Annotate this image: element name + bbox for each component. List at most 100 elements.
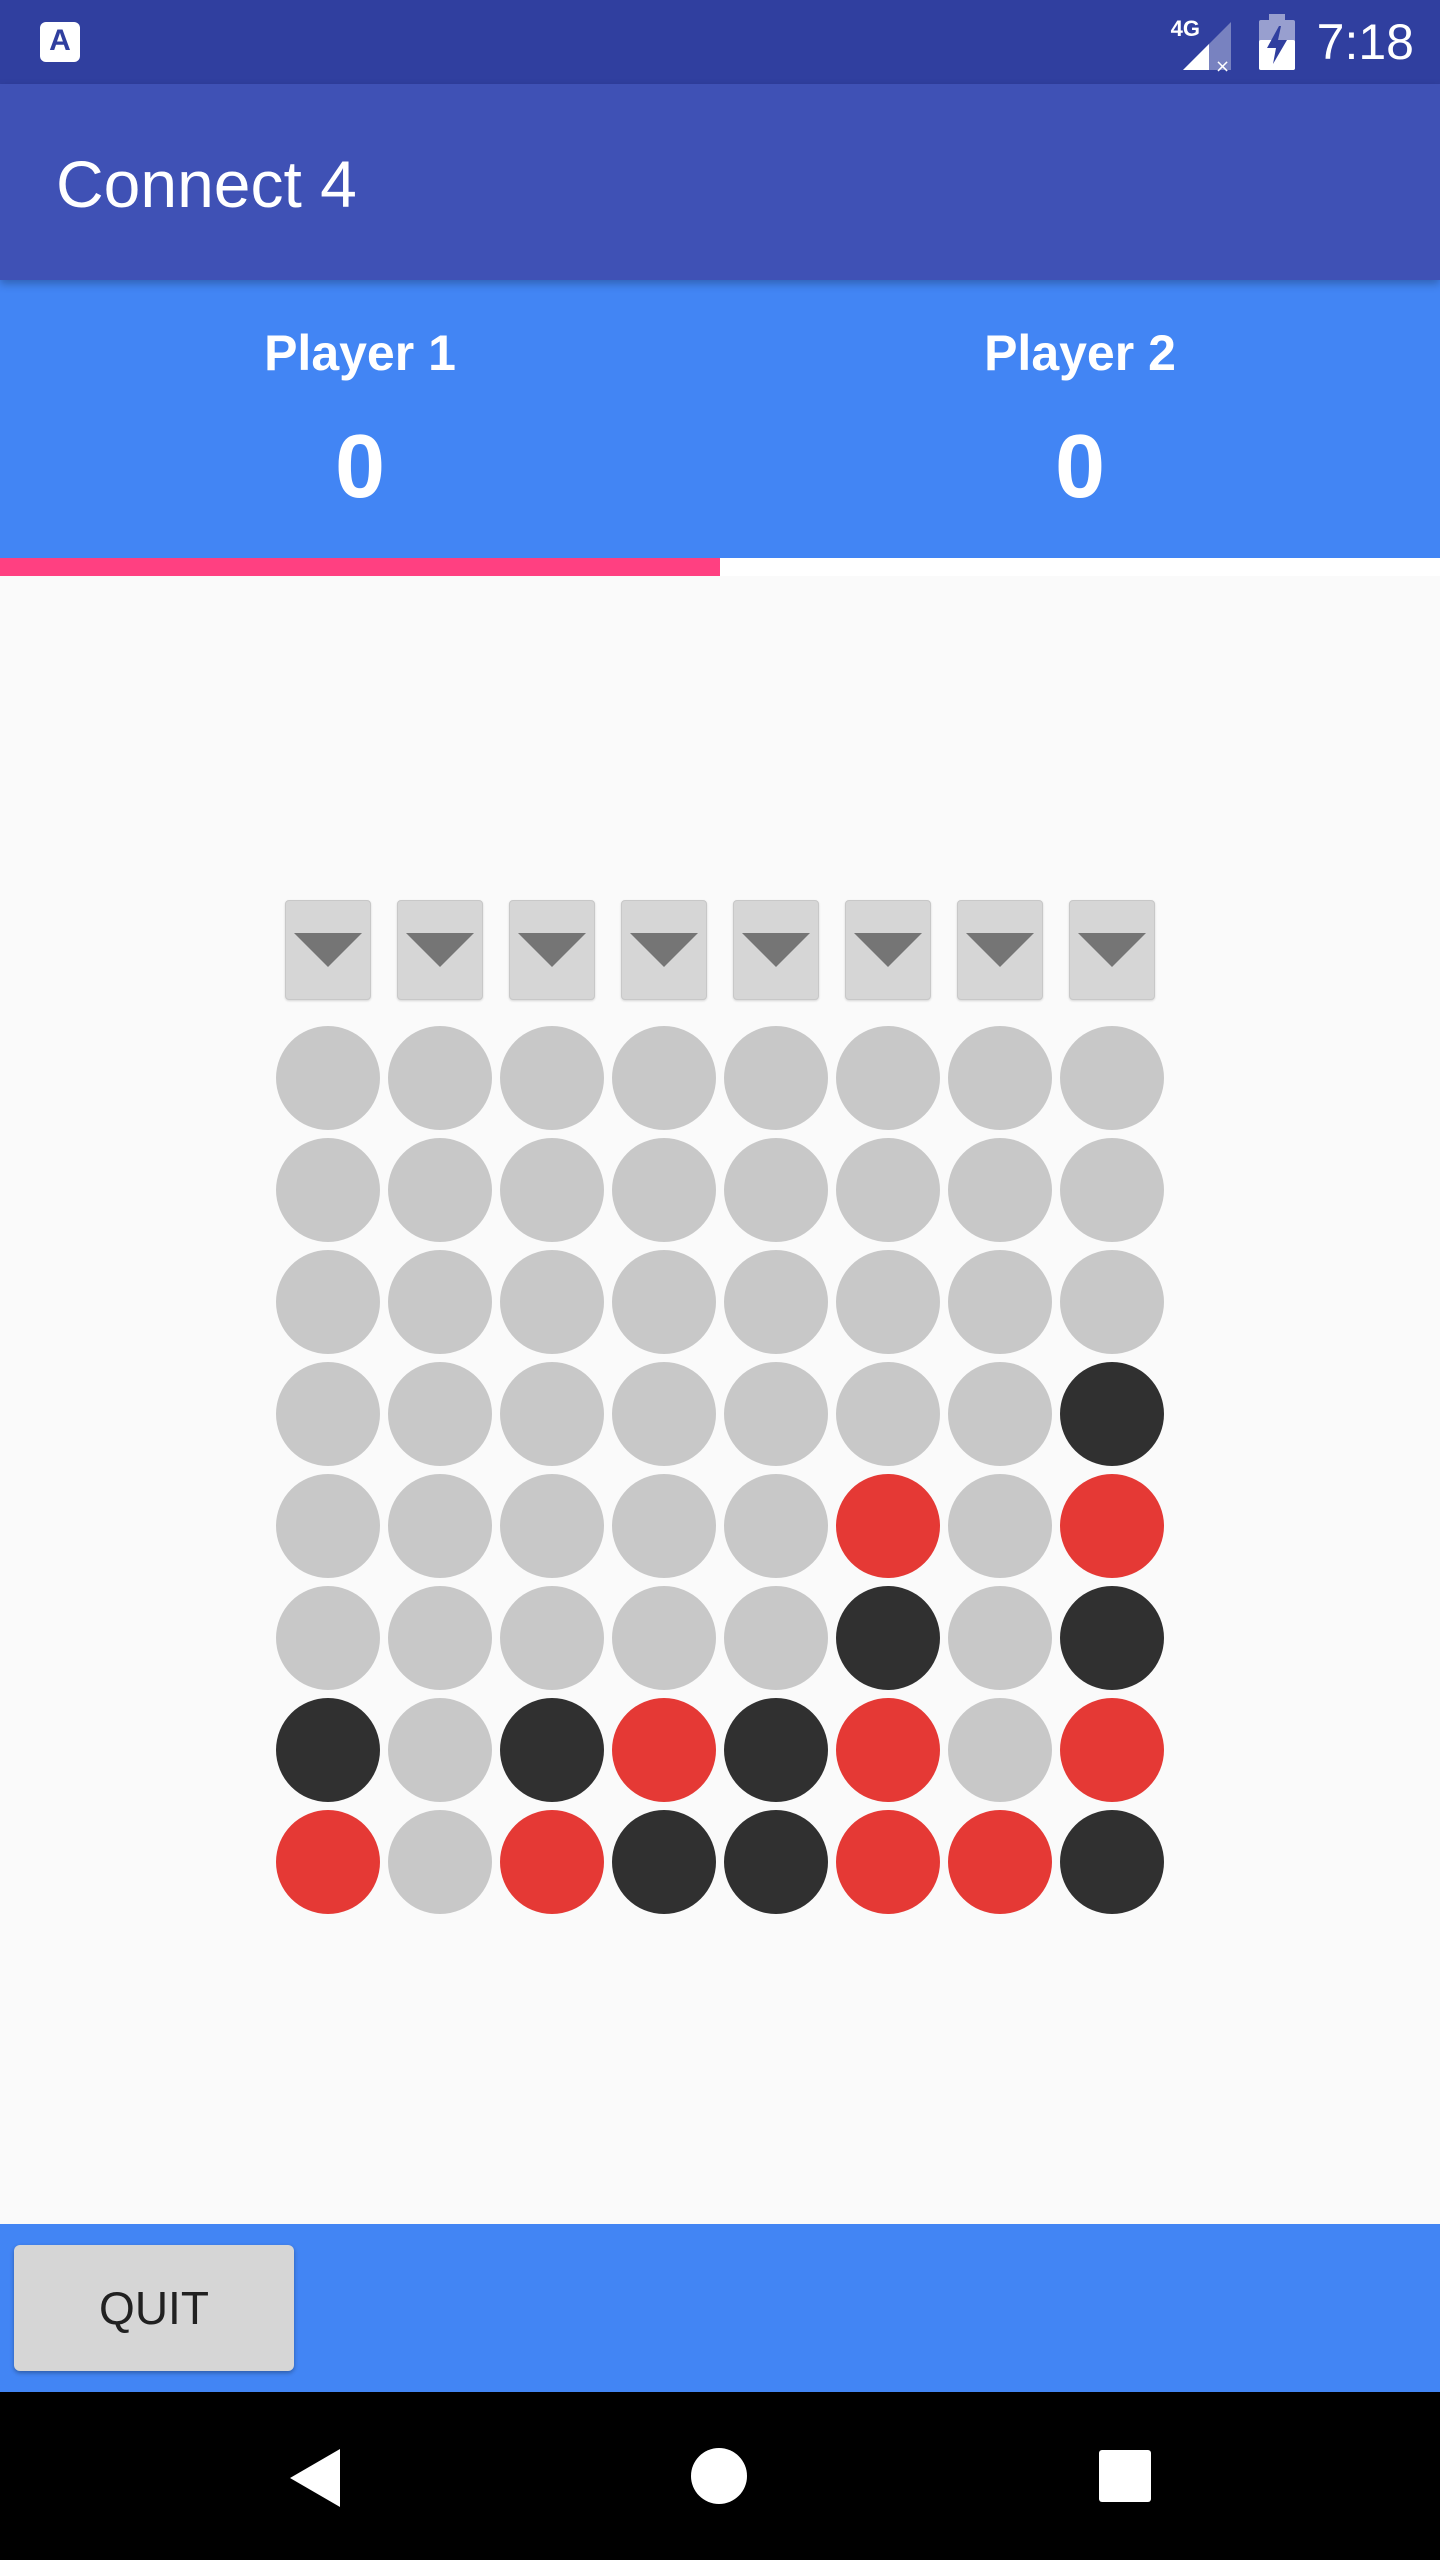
- board-cell-red: [612, 1698, 716, 1802]
- board-cell-empty: [612, 1362, 716, 1466]
- drop-column-8-button[interactable]: [1069, 900, 1155, 1000]
- board-cell-red: [1060, 1474, 1164, 1578]
- status-icons: 4G × 7:18: [1171, 0, 1414, 84]
- board-cell-black: [724, 1698, 828, 1802]
- board-cell-empty: [948, 1250, 1052, 1354]
- board-cell-black: [836, 1586, 940, 1690]
- board-cell-empty: [388, 1698, 492, 1802]
- board-cell-empty: [388, 1250, 492, 1354]
- quit-button[interactable]: QUIT: [14, 2245, 294, 2371]
- drop-column-5-button[interactable]: [733, 900, 819, 1000]
- drop-column-3-button[interactable]: [509, 900, 595, 1000]
- board-cell-empty: [948, 1698, 1052, 1802]
- board-cell-empty: [612, 1474, 716, 1578]
- player-2-panel: Player 2 0: [720, 280, 1440, 558]
- board-cell-empty: [388, 1362, 492, 1466]
- board-cell-empty: [836, 1362, 940, 1466]
- board-cell-empty: [500, 1026, 604, 1130]
- board-cell-empty: [836, 1138, 940, 1242]
- board-cell-empty: [724, 1138, 828, 1242]
- turn-indicator: [0, 558, 1440, 576]
- board-cell-empty: [500, 1474, 604, 1578]
- scoreboard: Player 1 0 Player 2 0: [0, 280, 1440, 558]
- column-drop-buttons: [0, 900, 1440, 1000]
- board-cell-empty: [948, 1586, 1052, 1690]
- arrow-down-icon: [1078, 933, 1146, 967]
- board-cell-empty: [948, 1138, 1052, 1242]
- arrow-down-icon: [854, 933, 922, 967]
- board-cell-empty: [388, 1810, 492, 1914]
- board-cell-black: [1060, 1362, 1164, 1466]
- board-cell-empty: [500, 1362, 604, 1466]
- notification-app-icon: A: [40, 22, 80, 62]
- board-cell-red: [276, 1810, 380, 1914]
- board-cell-empty: [1060, 1138, 1164, 1242]
- arrow-down-icon: [406, 933, 474, 967]
- board-cell-empty: [948, 1362, 1052, 1466]
- board-cell-empty: [724, 1250, 828, 1354]
- board-cell-empty: [724, 1362, 828, 1466]
- arrow-down-icon: [630, 933, 698, 967]
- board-cell-empty: [276, 1586, 380, 1690]
- board-cell-black: [276, 1698, 380, 1802]
- board-cell-empty: [836, 1250, 940, 1354]
- recents-icon[interactable]: [1098, 2449, 1152, 2503]
- player-2-name: Player 2: [984, 325, 1176, 381]
- drop-column-6-button[interactable]: [845, 900, 931, 1000]
- drop-column-7-button[interactable]: [957, 900, 1043, 1000]
- board-cell-red: [1060, 1698, 1164, 1802]
- arrow-down-icon: [742, 933, 810, 967]
- svg-text:×: ×: [1215, 56, 1230, 74]
- board-cell-empty: [612, 1250, 716, 1354]
- clock: 7:18: [1316, 14, 1414, 70]
- board-cell-empty: [388, 1586, 492, 1690]
- board-cell-empty: [612, 1586, 716, 1690]
- board-cell-empty: [276, 1026, 380, 1130]
- status-bar: A 4G × 7:18: [0, 0, 1440, 84]
- board-cell-red: [836, 1810, 940, 1914]
- board-cell-empty: [388, 1026, 492, 1130]
- board-cell-empty: [276, 1250, 380, 1354]
- board-cell-black: [500, 1698, 604, 1802]
- board-cell-empty: [948, 1474, 1052, 1578]
- board-cell-empty: [724, 1586, 828, 1690]
- board-cell-empty: [388, 1138, 492, 1242]
- board-cell-empty: [612, 1026, 716, 1130]
- board-cell-empty: [1060, 1026, 1164, 1130]
- board-cell-empty: [724, 1474, 828, 1578]
- player-2-score: 0: [1054, 417, 1106, 517]
- board-cell-empty: [388, 1474, 492, 1578]
- board-cell-red: [500, 1810, 604, 1914]
- board-cell-black: [1060, 1586, 1164, 1690]
- board-cell-empty: [276, 1138, 380, 1242]
- board-cell-empty: [500, 1586, 604, 1690]
- drop-column-1-button[interactable]: [285, 900, 371, 1000]
- player-1-name: Player 1: [264, 325, 456, 381]
- board-cell-empty: [724, 1026, 828, 1130]
- turn-indicator-fill: [0, 558, 720, 576]
- player-1-panel: Player 1 0: [0, 280, 720, 558]
- board-cell-empty: [500, 1138, 604, 1242]
- drop-column-4-button[interactable]: [621, 900, 707, 1000]
- board-cell-empty: [1060, 1250, 1164, 1354]
- drop-column-2-button[interactable]: [397, 900, 483, 1000]
- board-cell-black: [1060, 1810, 1164, 1914]
- app-title: Connect 4: [56, 147, 357, 221]
- board-cell-red: [948, 1810, 1052, 1914]
- arrow-down-icon: [518, 933, 586, 967]
- board-cell-red: [836, 1698, 940, 1802]
- board-cell-empty: [276, 1362, 380, 1466]
- arrow-down-icon: [966, 933, 1034, 967]
- home-icon[interactable]: [690, 2447, 748, 2505]
- signal-icon: 4G ×: [1171, 10, 1235, 74]
- board-cell-empty: [948, 1026, 1052, 1130]
- bottom-bar: QUIT: [0, 2224, 1440, 2392]
- board-cell-empty: [836, 1026, 940, 1130]
- arrow-down-icon: [294, 933, 362, 967]
- back-icon[interactable]: [288, 2447, 342, 2509]
- board-cell-empty: [500, 1250, 604, 1354]
- board-cell-black: [612, 1810, 716, 1914]
- board-cell-red: [836, 1474, 940, 1578]
- app-bar: Connect 4: [0, 84, 1440, 280]
- player-1-score: 0: [334, 417, 386, 517]
